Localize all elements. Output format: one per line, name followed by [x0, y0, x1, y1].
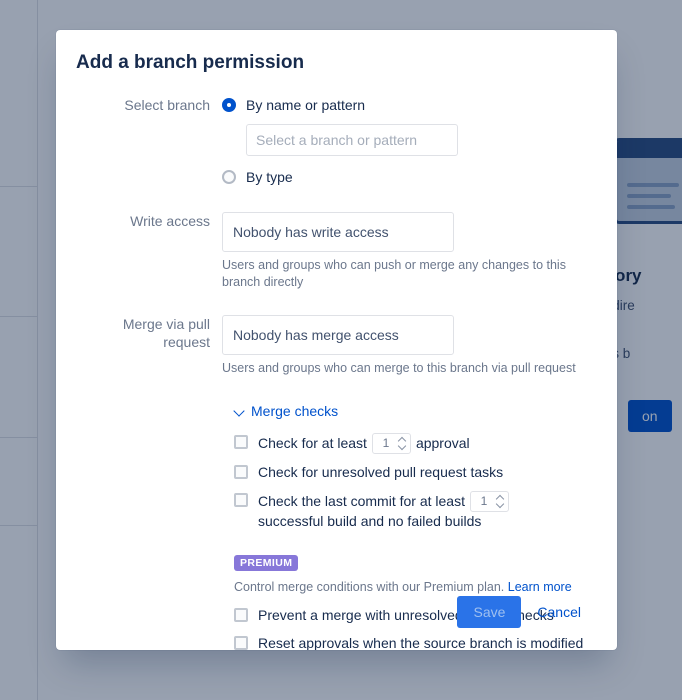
premium-description-wrap: Control merge conditions with our Premiu…	[234, 579, 589, 596]
successful-builds-text-after: successful build and no failed builds	[258, 513, 482, 529]
premium-learn-more-link[interactable]: Learn more	[508, 580, 572, 594]
write-access-select[interactable]: Nobody has write access	[222, 212, 454, 252]
checkbox-icon	[234, 636, 248, 650]
merge-checks-section: Merge checks Check for at least 1 approv…	[76, 403, 589, 531]
checkbox-row-reset-approvals[interactable]: Reset approvals when the source branch i…	[234, 634, 589, 650]
field-merge-access: Merge via pull request Nobody has merge …	[76, 315, 589, 377]
field-select-branch: Select branch By name or pattern By type	[76, 96, 589, 186]
unresolved-tasks-label: Check for unresolved pull request tasks	[258, 464, 504, 480]
merge-checks-disclosure[interactable]: Merge checks	[234, 403, 589, 419]
radio-icon-selected	[222, 98, 236, 112]
radio-by-name-label: By name or pattern	[246, 97, 366, 113]
radio-by-type[interactable]: By type	[222, 168, 589, 186]
checkbox-row-min-approvals[interactable]: Check for at least 1 approval	[234, 433, 589, 454]
successful-builds-value: 1	[480, 494, 488, 508]
write-access-helper: Users and groups who can push or merge a…	[222, 258, 566, 289]
merge-access-select[interactable]: Nobody has merge access	[222, 315, 454, 355]
checkbox-icon	[234, 465, 248, 479]
write-access-label: Write access	[130, 213, 210, 229]
merge-checks-label: Merge checks	[251, 403, 339, 419]
branch-permission-form: Select branch By name or pattern By type…	[76, 96, 589, 650]
cancel-button[interactable]: Cancel	[529, 596, 589, 628]
field-write-access: Write access Nobody has write access Use…	[76, 212, 589, 291]
chevron-down-icon	[234, 405, 246, 417]
min-approvals-text-before: Check for at least	[258, 435, 367, 451]
successful-builds-stepper[interactable]: 1	[469, 491, 509, 512]
stepper-arrows-icon[interactable]	[397, 434, 410, 453]
reset-approvals-label: Reset approvals when the source branch i…	[258, 635, 584, 650]
merge-checks-list: Check for at least 1 approval Check for …	[234, 433, 589, 531]
successful-builds-text-before: Check the last commit for at least	[258, 493, 465, 509]
save-button[interactable]: Save	[457, 596, 522, 628]
min-approvals-text-after: approval	[415, 435, 470, 451]
merge-access-label: Merge via pull request	[122, 316, 210, 350]
radio-icon-unselected	[222, 170, 236, 184]
stepper-arrows-icon[interactable]	[495, 492, 508, 511]
radio-by-name-or-pattern[interactable]: By name or pattern	[222, 96, 589, 114]
merge-access-helper: Users and groups who can merge to this b…	[222, 361, 576, 375]
premium-badge: PREMIUM	[234, 555, 299, 571]
min-approvals-stepper[interactable]: 1	[371, 433, 411, 454]
checkbox-icon	[234, 493, 248, 507]
checkbox-icon	[234, 608, 248, 622]
branch-pattern-input[interactable]	[246, 124, 458, 156]
add-branch-permission-dialog: Add a branch permission Select branch By…	[56, 30, 617, 650]
checkbox-icon	[234, 435, 248, 449]
dialog-footer: Save Cancel	[457, 596, 589, 628]
radio-by-type-label: By type	[246, 169, 293, 185]
min-approvals-value: 1	[382, 436, 390, 450]
select-branch-label: Select branch	[124, 97, 210, 113]
checkbox-row-unresolved-tasks[interactable]: Check for unresolved pull request tasks	[234, 463, 589, 482]
premium-description: Control merge conditions with our Premiu…	[234, 580, 505, 594]
dialog-title: Add a branch permission	[76, 52, 305, 73]
checkbox-row-successful-builds[interactable]: Check the last commit for at least 1 suc…	[234, 491, 589, 531]
